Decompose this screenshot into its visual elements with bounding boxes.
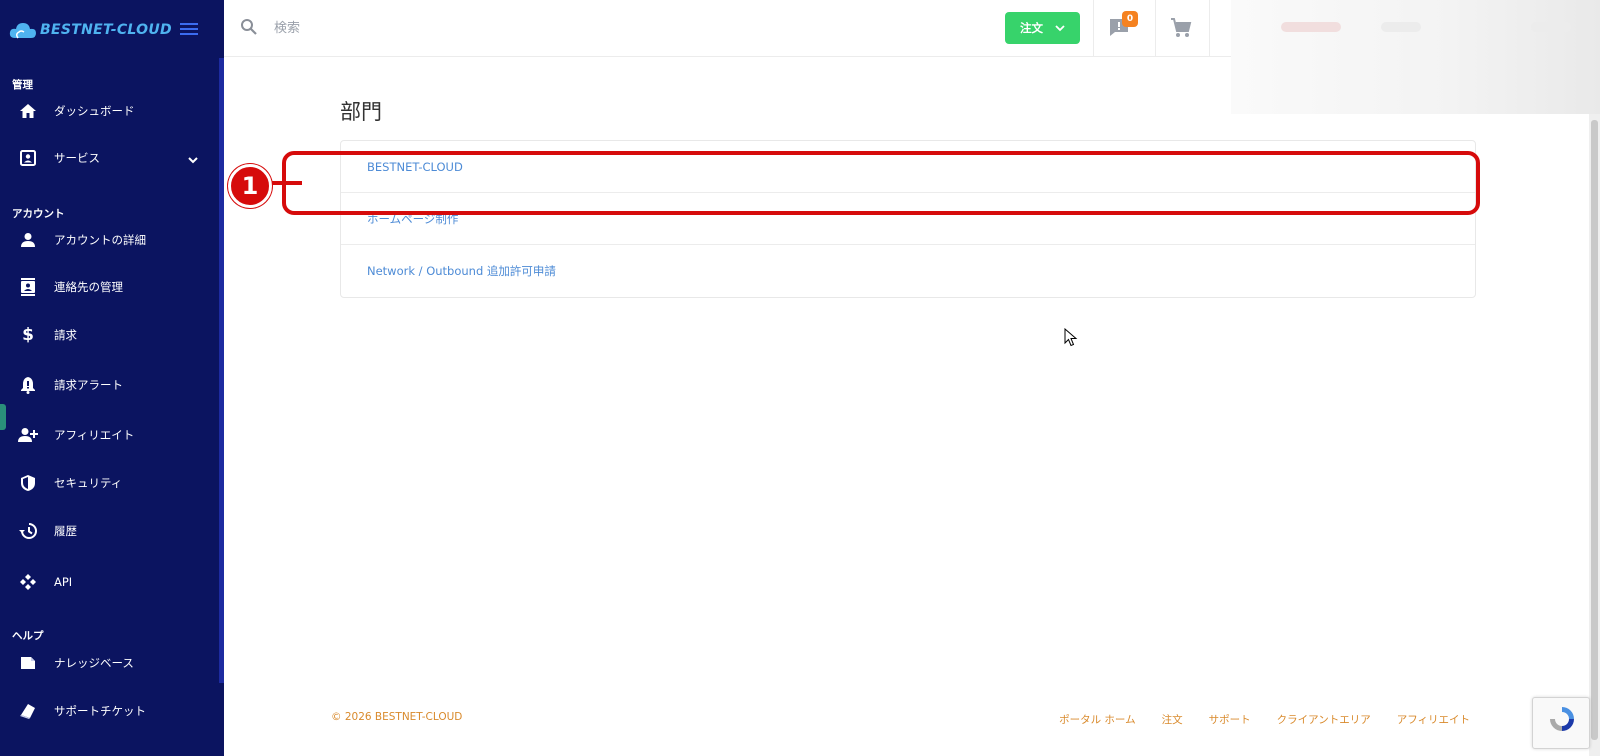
chevron-down-icon — [1055, 25, 1065, 32]
sidebar-item-label: セキュリティ — [54, 476, 123, 490]
department-item[interactable]: Network / Outbound 追加許可申請 — [341, 245, 1475, 297]
sidebar-item-label: 履歴 — [54, 524, 77, 538]
mouse-cursor-icon — [1064, 328, 1078, 347]
sidebar-item-billing[interactable]: $ 請求 — [0, 320, 215, 350]
blurred-header-area — [1231, 0, 1600, 114]
shield-icon — [18, 473, 38, 493]
divider — [1209, 0, 1210, 57]
footer-link-support[interactable]: サポート — [1209, 712, 1251, 727]
sidebar-item-history[interactable]: 履歴 — [0, 516, 215, 546]
cloud-logo-icon — [9, 23, 36, 39]
order-button-label: 注文 — [1020, 21, 1043, 35]
sidebar-item-services[interactable]: サービス — [0, 143, 215, 173]
search-input[interactable] — [274, 16, 574, 40]
ticket-icon — [18, 701, 38, 721]
search-icon[interactable] — [240, 18, 258, 40]
sidebar-item-account-details[interactable]: アカウントの詳細 — [0, 225, 215, 255]
sidebar: BESTNET-CLOUD 管理 ダッシュボード サービス アカウント アカウン… — [0, 0, 224, 756]
annotation-number-marker: 1 — [228, 164, 272, 208]
sidebar-item-label: ナレッジベース — [54, 656, 134, 670]
top-bar: 注文 0 — [224, 0, 1231, 57]
sidebar-scrollbar[interactable] — [219, 58, 224, 683]
service-icon — [18, 148, 38, 168]
sidebar-item-knowledgebase[interactable]: ナレッジベース — [0, 648, 215, 678]
sidebar-item-billing-alerts[interactable]: 請求アラート — [0, 370, 215, 400]
sidebar-item-label: アフィリエイト — [54, 428, 135, 442]
sidebar-item-affiliate[interactable]: アフィリエイト — [0, 420, 215, 450]
notification-badge: 0 — [1122, 11, 1138, 27]
section-label-manage: 管理 — [12, 79, 33, 91]
blurred-element — [1381, 22, 1421, 32]
divider — [1093, 0, 1094, 57]
page-scrollbar[interactable] — [1589, 114, 1600, 756]
blurred-element — [1281, 22, 1341, 32]
footer-link-order[interactable]: 注文 — [1162, 712, 1183, 727]
sidebar-item-security[interactable]: セキュリティ — [0, 468, 215, 498]
sidebar-item-label: サービス — [54, 151, 100, 165]
bell-icon — [18, 375, 38, 395]
cart-icon[interactable] — [1170, 17, 1194, 41]
sidebar-item-label: ダッシュボード — [54, 104, 135, 118]
footer-links: ポータル ホーム 注文 サポート クライアントエリア アフィリエイト — [1059, 712, 1470, 727]
footer-link-affiliate[interactable]: アフィリエイト — [1397, 712, 1470, 727]
sidebar-item-label: アカウントの詳細 — [54, 233, 146, 247]
sidebar-item-label: サポートチケット — [54, 704, 146, 718]
user-add-icon — [18, 425, 38, 445]
sidebar-item-label: 請求アラート — [54, 378, 123, 392]
book-icon — [18, 653, 38, 673]
contacts-icon — [18, 277, 38, 297]
sidebar-item-contacts[interactable]: 連絡先の管理 — [0, 272, 215, 302]
section-label-help: ヘルプ — [12, 630, 44, 642]
sidebar-item-label: API — [54, 575, 73, 589]
logo-text: BESTNET-CLOUD — [40, 22, 172, 38]
section-label-account: アカウント — [12, 208, 65, 220]
scrollbar-thumb[interactable] — [1591, 120, 1598, 740]
sidebar-item-label: 請求 — [54, 328, 77, 342]
blurred-element — [1531, 22, 1571, 32]
api-icon — [18, 572, 38, 592]
footer-link-portal-home[interactable]: ポータル ホーム — [1059, 712, 1136, 727]
home-icon — [18, 101, 38, 121]
page-title: 部門 — [340, 100, 382, 124]
user-icon — [18, 230, 38, 250]
recaptcha-icon — [1550, 707, 1574, 731]
recaptcha-badge[interactable] — [1532, 697, 1590, 749]
footer-copyright: © 2026 BESTNET-CLOUD — [331, 711, 463, 723]
sidebar-item-api[interactable]: API — [0, 567, 215, 597]
divider — [1155, 0, 1156, 57]
sidebar-item-label: 連絡先の管理 — [54, 280, 123, 294]
chevron-down-icon[interactable] — [187, 151, 199, 170]
footer-link-client-area[interactable]: クライアントエリア — [1277, 712, 1371, 727]
menu-toggle-icon[interactable] — [180, 20, 198, 36]
history-icon — [18, 521, 38, 541]
sidebar-item-dashboard[interactable]: ダッシュボード — [0, 96, 215, 126]
sidebar-item-support-tickets[interactable]: サポートチケット — [0, 696, 215, 726]
dollar-icon: $ — [22, 325, 34, 345]
order-button[interactable]: 注文 — [1005, 12, 1080, 44]
brand-logo[interactable]: BESTNET-CLOUD — [8, 18, 172, 42]
annotation-highlight-box — [282, 151, 1480, 215]
department-link[interactable]: Network / Outbound 追加許可申請 — [367, 263, 556, 279]
